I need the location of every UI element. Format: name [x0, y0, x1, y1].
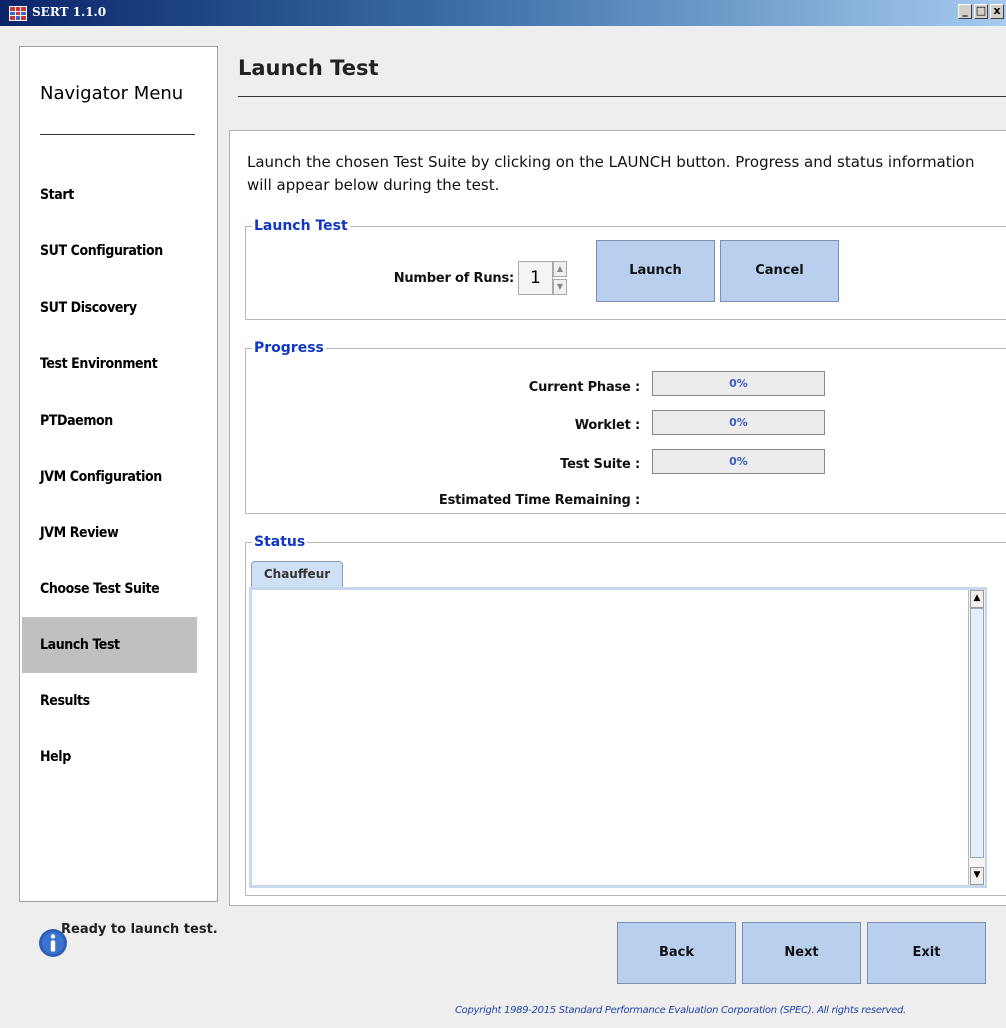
copyright-notice: Copyright 1989-2015 Standard Performance…: [455, 1005, 906, 1016]
close-button[interactable]: x: [990, 4, 1004, 19]
page-description: Launch the chosen Test Suite by clicking…: [247, 153, 975, 194]
estimated-time-remaining-label: Estimated Time Remaining :: [438, 493, 640, 508]
progress-legend: Progress: [254, 340, 324, 356]
nav-item-label: SUT Configuration: [40, 243, 163, 259]
page-title: Launch Test: [238, 56, 379, 80]
launch-test-legend: Launch Test: [254, 218, 348, 234]
test-suite-progress-bar: 0%: [652, 449, 825, 474]
scroll-up-icon[interactable]: ▲: [970, 590, 984, 608]
next-button[interactable]: Next: [742, 922, 861, 984]
nav-item-label: Launch Test: [40, 637, 120, 653]
nav-item-launch-test[interactable]: Launch Test: [22, 617, 197, 673]
navigator-title: Navigator Menu: [40, 83, 184, 104]
nav-item-label: Test Environment: [40, 356, 158, 372]
cancel-button[interactable]: Cancel: [720, 240, 839, 302]
nav-item-label: Results: [40, 693, 90, 709]
nav-item-test-environment[interactable]: Test Environment: [22, 336, 197, 392]
nav-item-sut-discovery[interactable]: SUT Discovery: [22, 280, 197, 336]
nav-item-label: PTDaemon: [40, 413, 113, 429]
window-titlebar: SERT 1.1.0 _ □ x: [0, 0, 1006, 26]
nav-item-label: JVM Configuration: [40, 469, 162, 485]
test-suite-label: Test Suite :: [560, 457, 640, 472]
nav-item-label: Help: [40, 749, 71, 765]
number-of-runs-spinner[interactable]: 1: [518, 261, 553, 295]
nav-item-label: JVM Review: [40, 525, 119, 541]
nav-item-ptdaemon[interactable]: PTDaemon: [22, 393, 197, 449]
status-scrollbar[interactable]: ▲ ▼: [968, 590, 985, 885]
minimize-button[interactable]: _: [958, 4, 972, 19]
nav-item-label: Choose Test Suite: [40, 581, 160, 597]
nav-item-help[interactable]: Help: [22, 729, 197, 785]
back-button[interactable]: Back: [617, 922, 736, 984]
window-title: SERT 1.1.0: [32, 5, 107, 19]
tab-chauffeur[interactable]: Chauffeur: [251, 561, 343, 588]
navigator-panel: Navigator Menu Start SUT Configuration S…: [19, 46, 218, 902]
worklet-progress-bar: 0%: [652, 410, 825, 435]
nav-item-label: SUT Discovery: [40, 300, 137, 316]
nav-item-results[interactable]: Results: [22, 673, 197, 729]
navigator-divider: [40, 134, 195, 135]
launch-button[interactable]: Launch: [596, 240, 715, 302]
nav-item-jvm-configuration[interactable]: JVM Configuration: [22, 449, 197, 505]
title-divider: [238, 96, 1006, 97]
maximize-button[interactable]: □: [974, 4, 988, 19]
scroll-thumb[interactable]: [970, 608, 984, 858]
status-legend: Status: [254, 534, 306, 550]
status-message: Ready to launch test.: [61, 922, 218, 937]
nav-item-jvm-review[interactable]: JVM Review: [22, 505, 197, 561]
nav-item-start[interactable]: Start: [22, 167, 197, 223]
spinner-down-icon[interactable]: ▼: [553, 279, 567, 295]
number-of-runs-label: Number of Runs:: [393, 271, 515, 286]
current-phase-label: Current Phase :: [528, 380, 640, 395]
nav-item-label: Start: [40, 187, 74, 203]
current-phase-progress-bar: 0%: [652, 371, 825, 396]
nav-item-sut-configuration[interactable]: SUT Configuration: [22, 223, 197, 279]
spinner-up-icon[interactable]: ▲: [553, 261, 567, 277]
status-log-area[interactable]: [249, 587, 987, 888]
worklet-label: Worklet :: [574, 418, 640, 433]
scroll-down-icon[interactable]: ▼: [970, 867, 984, 885]
nav-item-choose-test-suite[interactable]: Choose Test Suite: [22, 561, 197, 617]
exit-button[interactable]: Exit: [867, 922, 986, 984]
app-grid-icon: [9, 6, 27, 21]
